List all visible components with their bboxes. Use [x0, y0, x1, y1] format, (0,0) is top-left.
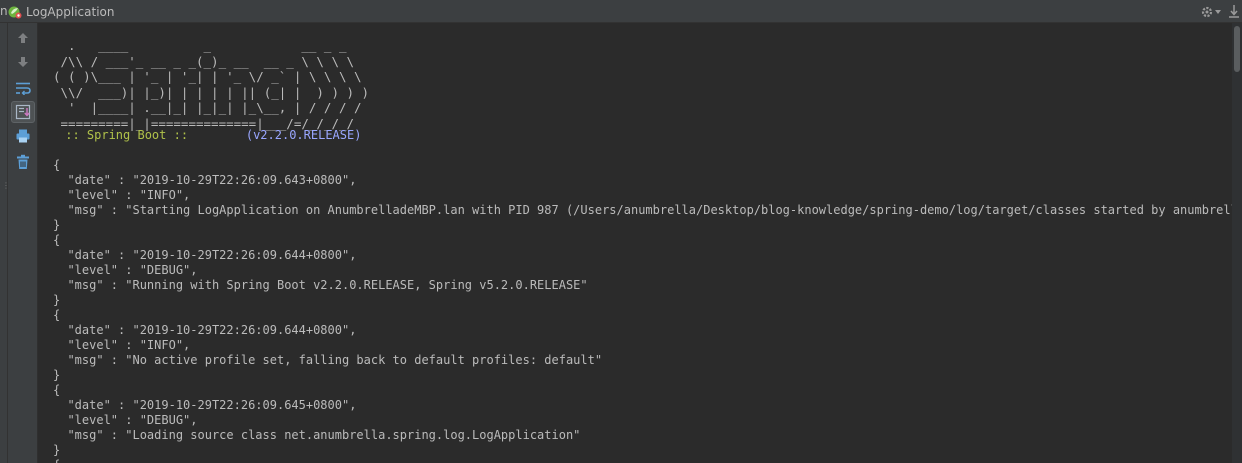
log-line: } [53, 368, 61, 382]
banner-line: . ____ _ __ _ _ [53, 38, 347, 53]
scrollbar-thumb[interactable] [1234, 26, 1240, 72]
print-icon [16, 129, 30, 143]
banner-line: ' |____| .__|_| |_|_| |_\__, | / / / / [53, 100, 362, 115]
log-line: } [53, 218, 61, 232]
console-output[interactable]: . ____ _ __ _ _ /\\ / ___'_ __ _ _(_)_ _… [38, 23, 1232, 463]
log-line: "date" : "2019-10-29T22:26:09.643+0800", [53, 173, 357, 187]
log-line: { [53, 158, 61, 172]
soft-wrap-button[interactable] [11, 77, 35, 99]
arrow-up-icon [18, 33, 28, 43]
scroll-to-end-button[interactable] [11, 101, 35, 123]
arrow-down-icon [18, 57, 28, 67]
console-toolbar [8, 23, 38, 463]
vertical-scrollbar[interactable] [1232, 23, 1242, 463]
clear-all-button[interactable] [11, 151, 35, 173]
tab-title: LogApplication [26, 4, 115, 19]
log-line: { [53, 233, 61, 247]
side-tool-strip: ⋮ [0, 23, 10, 463]
banner-line: ( ( )\___ | '_ | '_| | '_ \/ _` | \ \ \ … [53, 69, 362, 84]
log-line: } [53, 293, 61, 307]
settings-button[interactable] [1200, 3, 1224, 20]
gear-icon [1201, 6, 1221, 17]
previous-tab-fragment[interactable]: n [0, 4, 8, 18]
log-line: "msg" : "Running with Spring Boot v2.2.0… [53, 278, 588, 292]
log-line: "msg" : "Starting LogApplication on Anum… [53, 203, 1232, 217]
spring-boot-version-line: :: Spring Boot :: (v2.2.0.RELEASE) [58, 128, 361, 143]
log-line: "msg" : "No active profile set, falling … [53, 353, 603, 367]
log-line: "date" : "2019-10-29T22:26:09.645+0800", [53, 398, 357, 412]
spring-boot-label: :: Spring Boot :: [58, 128, 196, 142]
scroll-to-end-icon [15, 104, 31, 120]
log-line: "level" : "DEBUG", [53, 263, 198, 277]
up-stack-trace-button[interactable] [11, 27, 35, 49]
run-tool-window-header: n LogApplication [0, 0, 1242, 23]
log-line: "level" : "INFO", [53, 188, 191, 202]
trash-icon [17, 154, 29, 169]
soft-wrap-icon [16, 82, 31, 95]
log-line: "date" : "2019-10-29T22:26:09.644+0800", [53, 248, 357, 262]
banner-line: /\\ / ___'_ __ _ _(_)_ __ __ _ \ \ \ \ [53, 53, 355, 69]
spring-ascii-banner: . ____ _ __ _ _ /\\ / ___'_ __ _ _(_)_ _… [53, 38, 369, 131]
log-line: { [53, 458, 60, 463]
log-line: { [53, 383, 61, 397]
print-button[interactable] [11, 125, 35, 147]
spring-boot-version: (v2.2.0.RELEASE) [195, 128, 362, 142]
tab-logapplication[interactable]: LogApplication [8, 0, 114, 23]
banner-line: \\/ ___)| |_)| | | | | || (_| | ) ) ) ) [53, 84, 370, 100]
spring-boot-icon [8, 6, 22, 18]
log-line: "level" : "DEBUG", [53, 413, 198, 427]
log-line: "date" : "2019-10-29T22:26:09.644+0800", [53, 323, 357, 337]
log-line: { [53, 308, 61, 322]
down-stack-trace-button[interactable] [11, 51, 35, 73]
minimize-icon [1229, 5, 1239, 18]
hide-panel-button[interactable] [1228, 3, 1240, 20]
log-line: "level" : "INFO", [53, 338, 191, 352]
log-line: } [53, 443, 61, 457]
log-line: "msg" : "Loading source class net.anumbr… [53, 428, 581, 442]
